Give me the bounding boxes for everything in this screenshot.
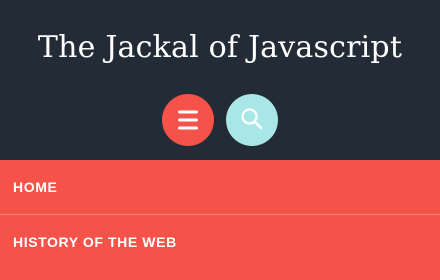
nav-item-history-of-the-web[interactable]: HISTORY OF THE WEB	[0, 214, 440, 268]
site-header: The Jackal of Javascript	[0, 0, 440, 160]
search-toggle-button[interactable]	[226, 94, 278, 146]
hamburger-icon	[178, 110, 198, 130]
nav-item-home[interactable]: HOME	[0, 160, 440, 214]
menu-toggle-button[interactable]	[162, 94, 214, 146]
nav-item-label: HISTORY OF THE WEB	[13, 234, 177, 250]
search-icon	[241, 108, 263, 130]
site-title[interactable]: The Jackal of Javascript	[0, 26, 440, 70]
main-navigation: HOME HISTORY OF THE WEB	[0, 160, 440, 280]
nav-item-label: HOME	[13, 179, 58, 195]
